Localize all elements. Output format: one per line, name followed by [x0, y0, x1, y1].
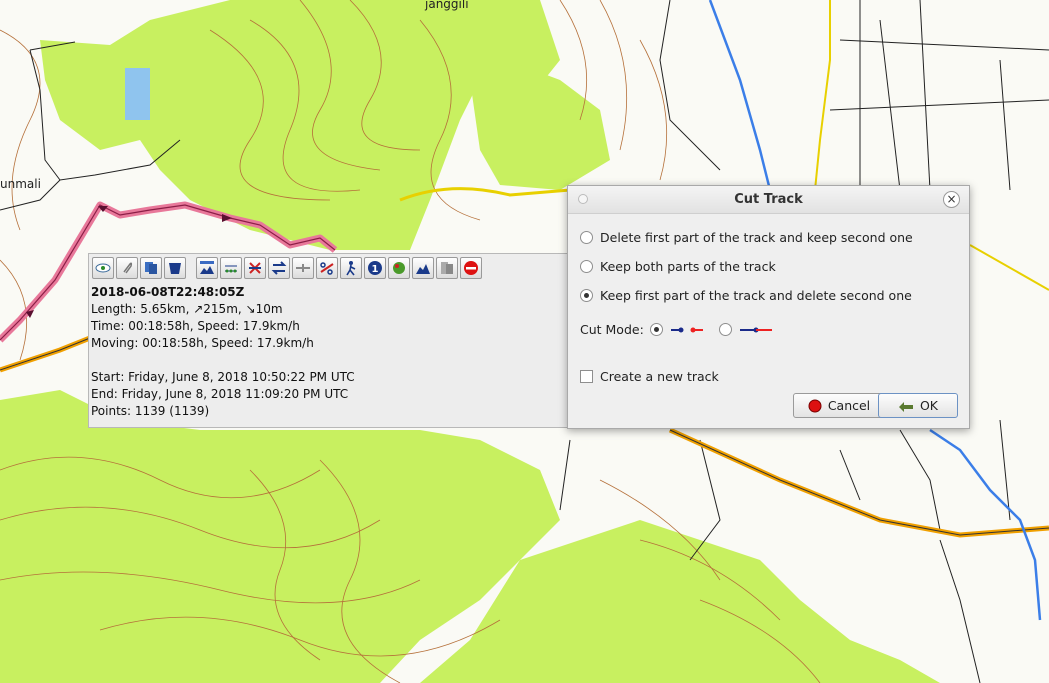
cut-mode-label: Cut Mode:: [580, 322, 644, 337]
option-delete-first-label: Delete first part of the track and keep …: [600, 230, 913, 245]
reverse-icon[interactable]: [244, 257, 266, 279]
track-title: 2018-06-08T22:48:05Z: [91, 285, 245, 299]
dialog-title: Cut Track: [734, 192, 803, 207]
track-info-text: 2018-06-08T22:48:05Z Length: 5.65km, ↗21…: [91, 284, 355, 420]
ok-icon: [898, 401, 913, 412]
svg-text:1: 1: [372, 264, 379, 275]
dialog-titlebar[interactable]: Cut Track ×: [568, 186, 969, 214]
info-icon[interactable]: 1: [364, 257, 386, 279]
create-new-track-checkbox[interactable]: [580, 370, 593, 383]
ok-button[interactable]: OK: [878, 393, 958, 418]
cut-mode-row: Cut Mode:: [580, 322, 774, 337]
option-keep-first-radio[interactable]: [580, 289, 593, 302]
close-track-icon[interactable]: [460, 257, 482, 279]
copy-icon[interactable]: [140, 257, 162, 279]
cut-icon[interactable]: [316, 257, 338, 279]
swap-icon[interactable]: [268, 257, 290, 279]
track-length: Length: 5.65km, ↗215m, ↘10m: [91, 302, 283, 316]
create-new-track-label: Create a new track: [600, 369, 719, 384]
option-keep-both-radio[interactable]: [580, 260, 593, 273]
track-info-popup: 1 2018-06-08T22:48:05Z Length: 5.65km, ↗…: [88, 253, 568, 428]
track-start: Start: Friday, June 8, 2018 10:50:22 PM …: [91, 370, 355, 384]
cut-mode-point-icon: [739, 327, 772, 332]
track-toolbar: 1: [92, 257, 482, 281]
option-keep-first-label: Keep first part of the track and delete …: [600, 288, 912, 303]
ok-button-label: OK: [919, 398, 939, 413]
track-end: End: Friday, June 8, 2018 11:09:20 PM UT…: [91, 387, 349, 401]
create-new-track[interactable]: Create a new track: [580, 369, 719, 384]
lake: [125, 68, 150, 120]
track-moving: Moving: 00:18:58h, Speed: 17.9km/h: [91, 336, 314, 350]
cut-mode-split-icon: [670, 327, 703, 332]
elevation-chart-icon[interactable]: [196, 257, 218, 279]
option-keep-both[interactable]: Keep both parts of the track: [580, 259, 776, 274]
join-icon[interactable]: [292, 257, 314, 279]
cut-mode-radio-2[interactable]: [718, 323, 732, 336]
profile-icon[interactable]: [412, 257, 434, 279]
cut-mode-radio-1[interactable]: [649, 323, 663, 336]
option-keep-both-label: Keep both parts of the track: [600, 259, 776, 274]
place-label-left: unmali: [0, 177, 41, 191]
close-button[interactable]: ×: [943, 191, 960, 208]
export-icon[interactable]: [436, 257, 458, 279]
cancel-icon: [808, 399, 822, 412]
cut-track-dialog: Cut Track × Delete first part of the tra…: [567, 185, 970, 429]
option-delete-first[interactable]: Delete first part of the track and keep …: [580, 230, 913, 245]
eye-icon[interactable]: [92, 257, 114, 279]
waypoints-icon[interactable]: [220, 257, 242, 279]
cancel-button[interactable]: Cancel: [793, 393, 885, 418]
delete-basket-icon[interactable]: [164, 257, 186, 279]
paperclip-icon[interactable]: [116, 257, 138, 279]
cancel-button-label: Cancel: [827, 398, 871, 413]
track-points: Points: 1139 (1139): [91, 404, 210, 418]
option-delete-first-radio[interactable]: [580, 231, 593, 244]
option-keep-first[interactable]: Keep first part of the track and delete …: [580, 288, 912, 303]
track-time: Time: 00:18:58h, Speed: 17.9km/h: [91, 319, 300, 333]
place-label-top: janggili: [425, 0, 469, 11]
color-icon[interactable]: [388, 257, 410, 279]
hiker-icon[interactable]: [340, 257, 362, 279]
